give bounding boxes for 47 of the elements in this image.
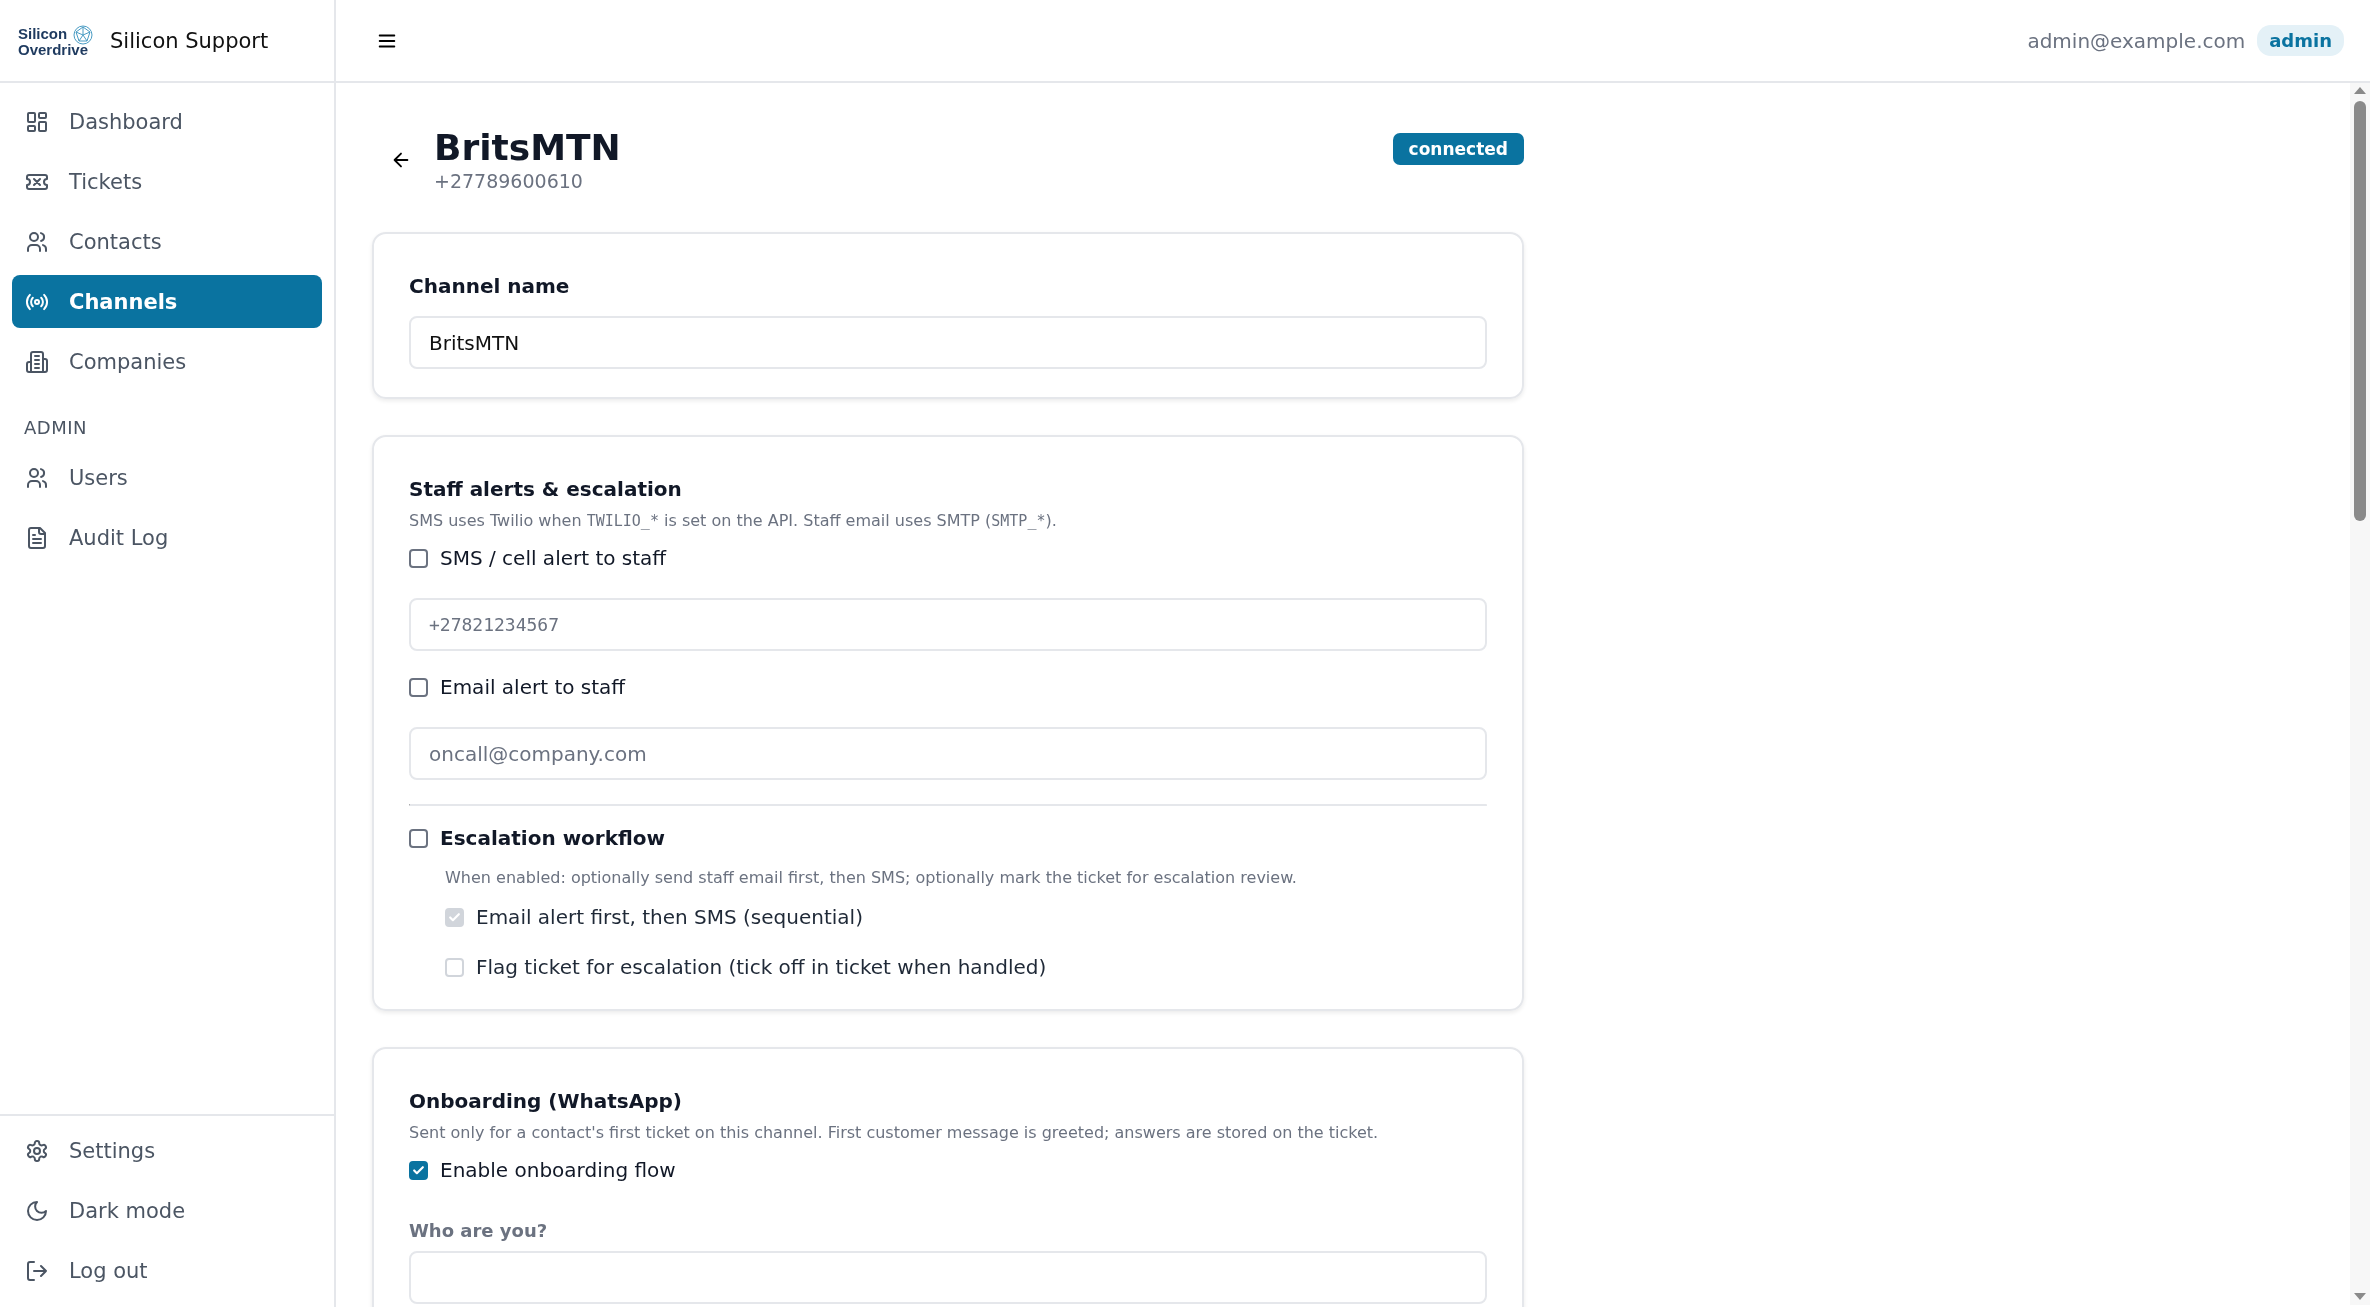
settings-icon xyxy=(25,1138,49,1163)
input-field[interactable] xyxy=(409,1251,1487,1304)
role-badge: admin xyxy=(2257,25,2344,56)
nav-item[interactable]: Tickets xyxy=(12,155,322,208)
checkbox[interactable] xyxy=(409,1160,428,1180)
checkbox-option[interactable]: SMS / cell alert to staff xyxy=(409,546,1487,570)
card-title: Staff alerts & escalation xyxy=(409,477,683,501)
building-icon xyxy=(25,349,49,374)
checkbox-option[interactable]: Enable onboarding flow xyxy=(409,1158,1487,1182)
check-icon xyxy=(448,910,461,924)
card-description: Sent only for a contact's first ticket on this channel. First customer message is greeted; answers are stored on the ticket. xyxy=(409,1123,1380,1142)
field-label: Channel name xyxy=(409,274,571,298)
help-text: When enabled: optionally send staff email first, then SMS; optionally mark the ticket for escalation review. xyxy=(445,868,1298,887)
input-field[interactable]: oncall@company.com xyxy=(409,727,1487,780)
nav-item[interactable]: Channels xyxy=(12,275,322,328)
check-icon xyxy=(412,1163,425,1177)
nav-item[interactable]: Contacts xyxy=(12,215,322,268)
card-title: Onboarding (WhatsApp) xyxy=(409,1089,683,1113)
checkbox-option[interactable]: Escalation workflow xyxy=(409,826,1487,850)
page-title: BritsMTN xyxy=(434,127,622,168)
app-title: Silicon Support xyxy=(110,28,269,53)
nav-item[interactable]: Audit Log xyxy=(12,511,322,564)
nav-item[interactable]: Settings xyxy=(12,1124,322,1177)
user-email: admin@example.com xyxy=(2027,28,2246,53)
checkbox[interactable] xyxy=(409,548,428,568)
logo: Silicon Overdrive xyxy=(18,24,96,57)
nav-item[interactable]: Dark mode xyxy=(12,1184,322,1237)
section-heading: ADMIN xyxy=(23,416,88,440)
checkbox[interactable] xyxy=(409,828,428,848)
nav-item[interactable]: Companies xyxy=(12,335,322,388)
users-icon xyxy=(25,229,49,254)
grid-icon xyxy=(25,109,49,134)
nav-item[interactable]: Users xyxy=(12,451,322,504)
checkbox-option[interactable]: Email alert to staff xyxy=(409,675,1487,699)
card-description: SMS uses Twilio when TWILIO_* is set on the API. Staff email uses SMTP (SMTP_*). xyxy=(409,511,1058,530)
nav-item[interactable]: Dashboard xyxy=(12,95,322,148)
field-label: Who are you? xyxy=(409,1220,549,1241)
input-field[interactable]: BritsMTN xyxy=(409,316,1487,369)
users-icon xyxy=(25,465,49,490)
input-field[interactable]: +27821234567 xyxy=(409,598,1487,651)
logout-icon xyxy=(25,1258,49,1283)
status-badge: connected xyxy=(1392,133,1524,165)
phone-number: +27789600610 xyxy=(434,170,584,192)
nav-item[interactable]: Log out xyxy=(12,1244,322,1297)
moon-icon xyxy=(25,1198,49,1223)
document-icon xyxy=(25,525,49,550)
checkbox[interactable] xyxy=(409,677,428,697)
